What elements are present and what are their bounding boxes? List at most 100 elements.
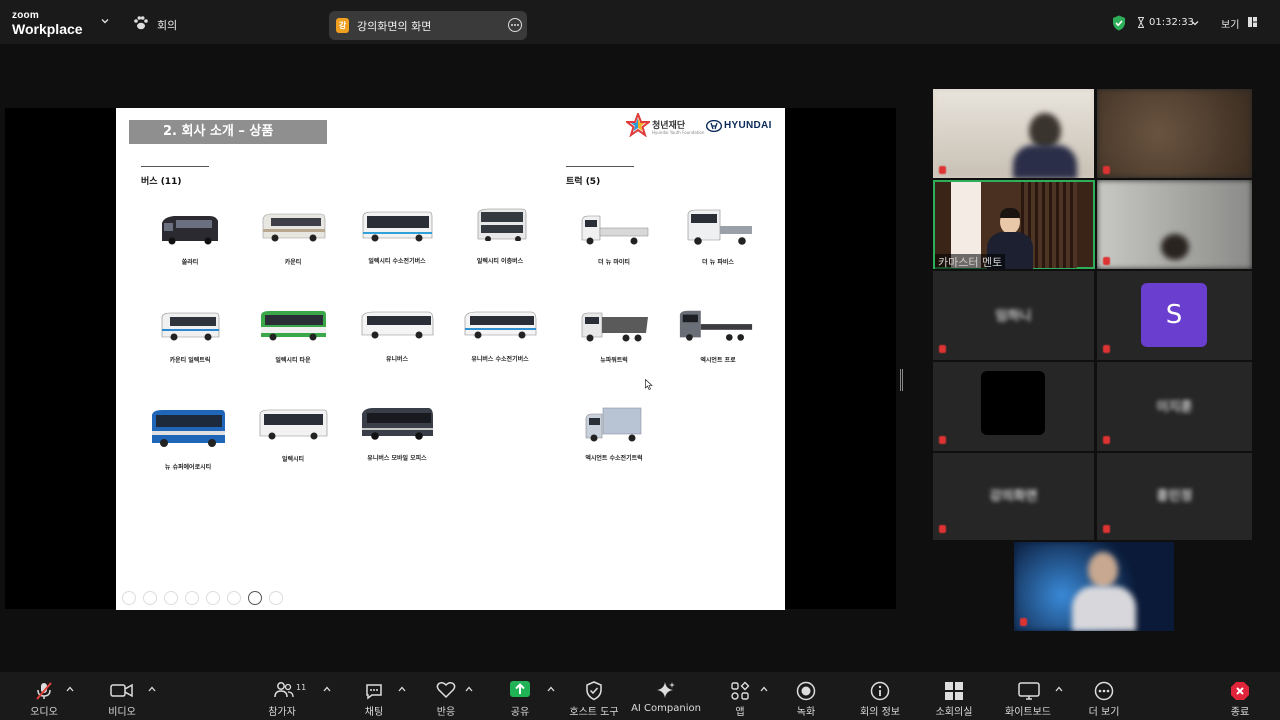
muted-mic-icon — [1020, 618, 1027, 626]
participant-video-tile[interactable] — [933, 362, 1094, 451]
participant-tile[interactable]: 홍민정 — [1097, 453, 1252, 540]
vehicle-hydrogen-truck-image — [585, 407, 642, 442]
muted-mic-icon — [1103, 345, 1110, 353]
host-tools-button[interactable]: 호스트 도구 — [569, 672, 619, 720]
vehicle-mobile-office-image — [362, 408, 433, 440]
end-meeting-button[interactable]: 종료 — [1220, 672, 1260, 720]
participants-button[interactable]: 11 참가자 — [262, 672, 306, 720]
more-slide-options-icon[interactable] — [269, 591, 283, 605]
slide-navigation-toolbar[interactable] — [122, 590, 290, 606]
meeting-timer[interactable]: 01:32:33 — [1149, 17, 1194, 28]
muted-mic-icon — [939, 345, 946, 353]
more-button[interactable]: 더 보기 — [1084, 672, 1124, 720]
vehicle-medium-truck-image — [687, 209, 752, 245]
apps-button[interactable]: 앱 — [720, 672, 760, 720]
apps-icon — [731, 681, 750, 700]
participant-tile[interactable]: 강의화면 — [933, 453, 1094, 540]
security-shield-icon — [586, 681, 602, 701]
encryption-shield-icon[interactable] — [1112, 15, 1126, 31]
more-label: 더 보기 — [1088, 707, 1120, 718]
panel-resize-handle[interactable] — [900, 369, 903, 391]
camera-icon[interactable] — [248, 591, 262, 605]
end-meeting-icon — [1231, 682, 1249, 700]
zoom-icon[interactable] — [206, 591, 220, 605]
vehicle-label: 일렉시티 이층버스 — [476, 258, 524, 265]
chevron-up-icon[interactable] — [547, 686, 555, 692]
participant-video-tile[interactable] — [1097, 89, 1252, 178]
top-bar: zoom Workplace 회의 강 강의화면의 화면 01:32:33 보기 — [0, 0, 1280, 44]
react-label: 반응 — [436, 707, 456, 718]
previous-slide-icon[interactable] — [122, 591, 136, 605]
chevron-down-icon[interactable] — [100, 16, 110, 26]
chevron-up-icon[interactable] — [760, 686, 768, 692]
meeting-info-button[interactable]: 회의 정보 — [860, 672, 900, 720]
muted-mic-icon — [1103, 525, 1110, 533]
presentation-slide: 2. 회사 소개 – 상품 청년재단 Hyundai Youth Foundat… — [116, 108, 785, 610]
chat-button[interactable]: 채팅 — [354, 672, 394, 720]
share-label: 공유 — [510, 707, 530, 718]
vehicle-town-bus-image — [261, 311, 326, 341]
vehicle-label: 더 뉴 파비스 — [702, 259, 734, 266]
audio-button[interactable]: 오디오 — [24, 672, 64, 720]
vehicle-label: 일렉시티 — [281, 456, 305, 463]
sharer-badge: 강 — [336, 18, 349, 33]
subtitle-icon[interactable] — [227, 591, 241, 605]
participant-tile[interactable]: 임하니 — [933, 271, 1094, 360]
vehicle-coach-image — [361, 311, 434, 339]
vehicle-label: 카운티 일렉트릭 — [169, 357, 211, 364]
view-button[interactable]: 보기 — [1221, 16, 1239, 31]
participant-video-tile[interactable] — [1097, 180, 1252, 269]
chevron-up-icon[interactable] — [1055, 686, 1063, 692]
chevron-down-icon[interactable] — [1191, 19, 1199, 27]
vehicle-double-decker-image — [477, 208, 527, 241]
vehicle-label: 유니버스 수소전기버스 — [471, 356, 529, 363]
vehicle-elec-city-image — [259, 409, 328, 440]
vehicle-label: 엑시언트 수소전기트럭 — [585, 455, 643, 462]
brand-zoom: zoom — [12, 10, 39, 21]
vehicle-label: 쏠라티 — [181, 259, 199, 266]
pen-icon[interactable] — [164, 591, 178, 605]
sparkle-icon — [657, 682, 675, 698]
foundation-star-icon — [626, 113, 650, 137]
breakout-rooms-button[interactable]: 소회의실 — [934, 672, 974, 720]
chevron-up-icon[interactable] — [66, 686, 74, 692]
grid-view-icon[interactable] — [1248, 17, 1257, 27]
whiteboard-button[interactable]: 화이트보드 — [1005, 672, 1051, 720]
participant-video-tile[interactable] — [1014, 542, 1174, 631]
vehicle-minibus-image — [262, 213, 326, 242]
share-button[interactable]: 공유 — [500, 672, 540, 720]
participant-tile[interactable]: 이지훈 — [1097, 362, 1252, 451]
vehicle-label: 뉴파워트럭 — [600, 357, 628, 364]
video-button[interactable]: 비디오 — [102, 672, 142, 720]
share-screen-icon — [510, 681, 530, 697]
record-button[interactable]: 녹화 — [786, 672, 826, 720]
record-icon — [796, 681, 816, 701]
chevron-up-icon[interactable] — [323, 686, 331, 692]
participant-video-tile[interactable] — [933, 89, 1094, 178]
chat-label: 채팅 — [364, 707, 384, 718]
chevron-up-icon[interactable] — [465, 686, 473, 692]
react-button[interactable]: 반응 — [426, 672, 466, 720]
meeting-info-label: 회의 정보 — [860, 707, 900, 718]
vehicle-van-image — [162, 216, 218, 245]
mouse-cursor-icon — [645, 379, 653, 390]
truck-section-title: 트럭 (5) — [566, 177, 601, 187]
zoom-workplace-logo[interactable]: zoom Workplace — [12, 10, 83, 37]
more-options-icon[interactable] — [508, 18, 522, 32]
meeting-label[interactable]: 회의 — [157, 17, 177, 33]
chevron-up-icon[interactable] — [398, 686, 406, 692]
brand-workplace: Workplace — [12, 21, 83, 37]
next-slide-icon[interactable] — [143, 591, 157, 605]
vehicle-label: 뉴 슈퍼에어로시티 — [164, 464, 212, 471]
whiteboard-icon — [1018, 682, 1040, 700]
bus-section-title: 버스 (11) — [141, 177, 182, 187]
share-title: 강의화면의 화면 — [357, 20, 432, 33]
active-speaker-tile[interactable]: 카마스터 멘토 — [933, 180, 1095, 269]
vehicle-electric-bus-image — [362, 211, 433, 242]
ai-companion-button[interactable]: AI Companion — [631, 672, 701, 720]
chevron-up-icon[interactable] — [148, 686, 156, 692]
host-tools-label: 호스트 도구 — [569, 707, 619, 718]
screen-share-indicator[interactable]: 강 강의화면의 화면 — [329, 11, 527, 40]
slides-grid-icon[interactable] — [185, 591, 199, 605]
participant-tile[interactable]: S — [1097, 271, 1252, 360]
